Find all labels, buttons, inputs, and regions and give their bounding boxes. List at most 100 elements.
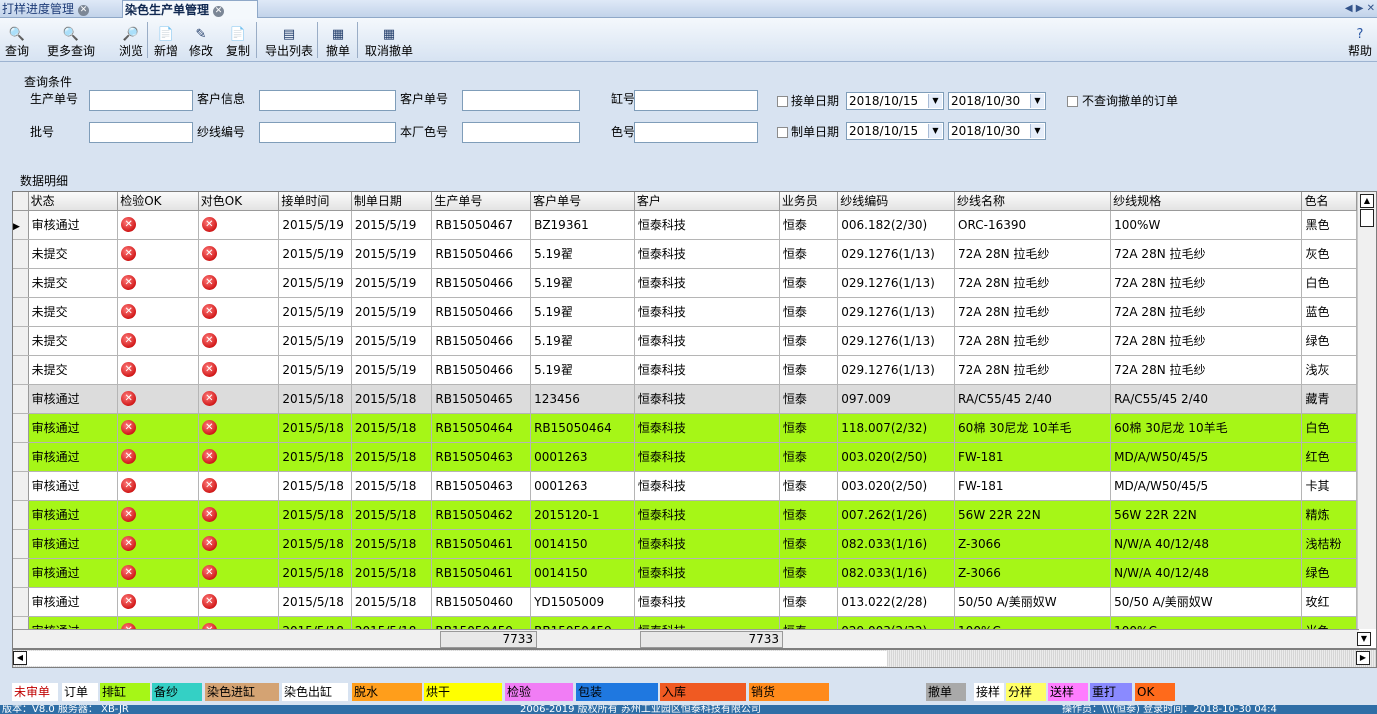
tab-dye-production[interactable]: 染色生产单管理 ✕ xyxy=(122,0,258,18)
customer-cell[interactable]: 恒泰科技 xyxy=(634,239,780,269)
status-cell[interactable]: 审核通过 xyxy=(28,442,119,472)
dropdown-arrow-icon[interactable]: ▼ xyxy=(928,94,942,108)
yarn-spec-cell[interactable]: 72A 28N 拉毛纱 xyxy=(1110,268,1303,298)
yarn-name-cell[interactable]: 56W 22R 22N xyxy=(954,500,1112,530)
production-no-cell[interactable]: RB15050460 xyxy=(431,587,532,617)
status-cell[interactable]: 审核通过 xyxy=(28,471,119,501)
yarn-name-cell[interactable]: 72A 28N 拉毛纱 xyxy=(954,239,1112,269)
status-cell[interactable]: 审核通过 xyxy=(28,558,119,588)
column-header[interactable]: 接单时间 xyxy=(278,192,352,211)
factory-color-no-input[interactable] xyxy=(462,122,580,143)
toolbar-button-6[interactable]: ▤ 导出列表 xyxy=(260,18,318,62)
yarn-name-cell[interactable]: 60棉 30尼龙 10羊毛 xyxy=(954,413,1112,443)
yarn-code-cell[interactable]: 029.1276(1/13) xyxy=(837,297,956,327)
salesperson-cell[interactable]: 恒泰 xyxy=(779,500,839,530)
production-no-cell[interactable]: RB15050466 xyxy=(431,326,532,356)
toolbar-button-8[interactable]: ▦ 取消撤单 xyxy=(360,18,418,62)
color-match-ok-cell[interactable]: ✕ xyxy=(198,210,280,240)
customer-order-no-cell[interactable]: YD1505009 xyxy=(530,587,635,617)
row-selector[interactable] xyxy=(13,442,29,472)
customer-cell[interactable]: 恒泰科技 xyxy=(634,210,780,240)
yarn-name-cell[interactable]: 50/50 A/美丽奴W xyxy=(954,587,1112,617)
production-no-cell[interactable]: RB15050467 xyxy=(431,210,532,240)
receive-date-cell[interactable]: 2015/5/18 xyxy=(278,413,352,443)
data-grid[interactable]: 状态 检验OK 对色OK 接单时间 制单日期 生产单号 客户单号 客户 业务员 纱线编码 纱线名称纱… xyxy=(12,191,1377,649)
color-name-cell[interactable]: 黑色 xyxy=(1301,210,1357,240)
color-match-ok-cell[interactable]: ✕ xyxy=(198,558,280,588)
yarn-spec-cell[interactable]: N/W/A 40/12/48 xyxy=(1110,529,1303,559)
production-no-cell[interactable]: RB15050461 xyxy=(431,529,532,559)
yarn-spec-cell[interactable]: RA/C55/45 2/40 xyxy=(1110,384,1303,414)
salesperson-cell[interactable]: 恒泰 xyxy=(779,587,839,617)
yarn-spec-cell[interactable]: 72A 28N 拉毛纱 xyxy=(1110,297,1303,327)
receive-date-cell[interactable]: 2015/5/18 xyxy=(278,384,352,414)
dropdown-arrow-icon[interactable]: ▼ xyxy=(928,124,942,138)
customer-cell[interactable]: 恒泰科技 xyxy=(634,297,780,327)
row-selector[interactable] xyxy=(13,529,29,559)
make-date-cell[interactable]: 2015/5/19 xyxy=(351,239,433,269)
production-no-cell[interactable]: RB15050463 xyxy=(431,442,532,472)
customer-cell[interactable]: 恒泰科技 xyxy=(634,326,780,356)
inspection-ok-cell[interactable]: ✕ xyxy=(117,442,199,472)
yarn-spec-cell[interactable]: N/W/A 40/12/48 xyxy=(1110,558,1303,588)
make-date-checkbox[interactable] xyxy=(777,127,788,138)
scroll-down-icon[interactable]: ▼ xyxy=(1357,632,1371,646)
scroll-thumb[interactable] xyxy=(1360,209,1374,227)
close-icon[interactable]: ✕ xyxy=(78,5,90,16)
inspection-ok-cell[interactable]: ✕ xyxy=(117,500,199,530)
status-cell[interactable]: 审核通过 xyxy=(28,210,119,240)
receive-date-cell[interactable]: 2015/5/19 xyxy=(278,239,352,269)
yarn-spec-cell[interactable]: 72A 28N 拉毛纱 xyxy=(1110,355,1303,385)
color-match-ok-cell[interactable]: ✕ xyxy=(198,442,280,472)
color-name-cell[interactable]: 绿色 xyxy=(1301,558,1357,588)
color-name-cell[interactable]: 玫红 xyxy=(1301,587,1357,617)
scroll-thumb[interactable] xyxy=(27,651,887,666)
yarn-name-cell[interactable]: Z-3066 xyxy=(954,529,1112,559)
yarn-spec-cell[interactable]: 72A 28N 拉毛纱 xyxy=(1110,239,1303,269)
color-name-cell[interactable]: 绿色 xyxy=(1301,326,1357,356)
customer-order-no-cell[interactable]: RB15050464 xyxy=(530,413,635,443)
row-selector[interactable] xyxy=(13,471,29,501)
close-icon[interactable]: ✕ xyxy=(213,6,225,17)
yarn-code-cell[interactable]: 007.262(1/26) xyxy=(837,500,956,530)
customer-order-no-cell[interactable]: 5.19翟 xyxy=(530,355,635,385)
row-selector[interactable] xyxy=(13,587,29,617)
salesperson-cell[interactable]: 恒泰 xyxy=(779,326,839,356)
receive-date-cell[interactable]: 2015/5/19 xyxy=(278,355,352,385)
customer-info-input[interactable] xyxy=(259,90,396,111)
color-match-ok-cell[interactable]: ✕ xyxy=(198,355,280,385)
inspection-ok-cell[interactable]: ✕ xyxy=(117,384,199,414)
vat-no-input[interactable] xyxy=(634,90,758,111)
yarn-name-cell[interactable]: FW-181 xyxy=(954,471,1112,501)
yarn-name-cell[interactable]: 72A 28N 拉毛纱 xyxy=(954,326,1112,356)
table-row[interactable]: 审核通过 ✕ ✕ 2015/5/18 2015/5/18 RB15050464 RB1505… xyxy=(13,413,1357,443)
table-row[interactable]: 审核通过 ✕ ✕ 2015/5/18 2015/5/18 RB15050460 YD1505… xyxy=(13,587,1357,617)
dropdown-arrow-icon[interactable]: ▼ xyxy=(1030,124,1044,138)
yarn-name-cell[interactable]: FW-181 xyxy=(954,442,1112,472)
production-no-cell[interactable]: RB15050461 xyxy=(431,558,532,588)
production-no-cell[interactable]: RB15050462 xyxy=(431,500,532,530)
salesperson-cell[interactable]: 恒泰 xyxy=(779,529,839,559)
row-selector[interactable] xyxy=(13,558,29,588)
column-header[interactable]: 制单日期 xyxy=(351,192,433,211)
scroll-left-icon[interactable]: ◀ xyxy=(13,651,27,665)
status-cell[interactable]: 未提交 xyxy=(28,326,119,356)
row-selector[interactable] xyxy=(13,239,29,269)
yarn-name-cell[interactable]: ORC-16390 xyxy=(954,210,1112,240)
yarn-code-cell[interactable]: 029.1276(1/13) xyxy=(837,355,956,385)
make-date-cell[interactable]: 2015/5/19 xyxy=(351,355,433,385)
yarn-spec-cell[interactable]: MD/A/W50/45/5 xyxy=(1110,471,1303,501)
customer-cell[interactable]: 恒泰科技 xyxy=(634,384,780,414)
receive-date-cell[interactable]: 2015/5/19 xyxy=(278,210,352,240)
row-selector[interactable] xyxy=(13,384,29,414)
salesperson-cell[interactable]: 恒泰 xyxy=(779,384,839,414)
table-row[interactable]: 未提交 ✕ ✕ 2015/5/19 2015/5/19 RB15050466 5.19翟 恒泰… xyxy=(13,355,1357,385)
row-selector[interactable] xyxy=(13,355,29,385)
customer-order-no-input[interactable] xyxy=(462,90,580,111)
inspection-ok-cell[interactable]: ✕ xyxy=(117,268,199,298)
salesperson-cell[interactable]: 恒泰 xyxy=(779,413,839,443)
column-header[interactable]: 状态 xyxy=(28,192,119,211)
customer-cell[interactable]: 恒泰科技 xyxy=(634,268,780,298)
scroll-right-icon[interactable]: ▶ xyxy=(1356,651,1370,665)
column-header[interactable]: 客户单号 xyxy=(530,192,635,211)
